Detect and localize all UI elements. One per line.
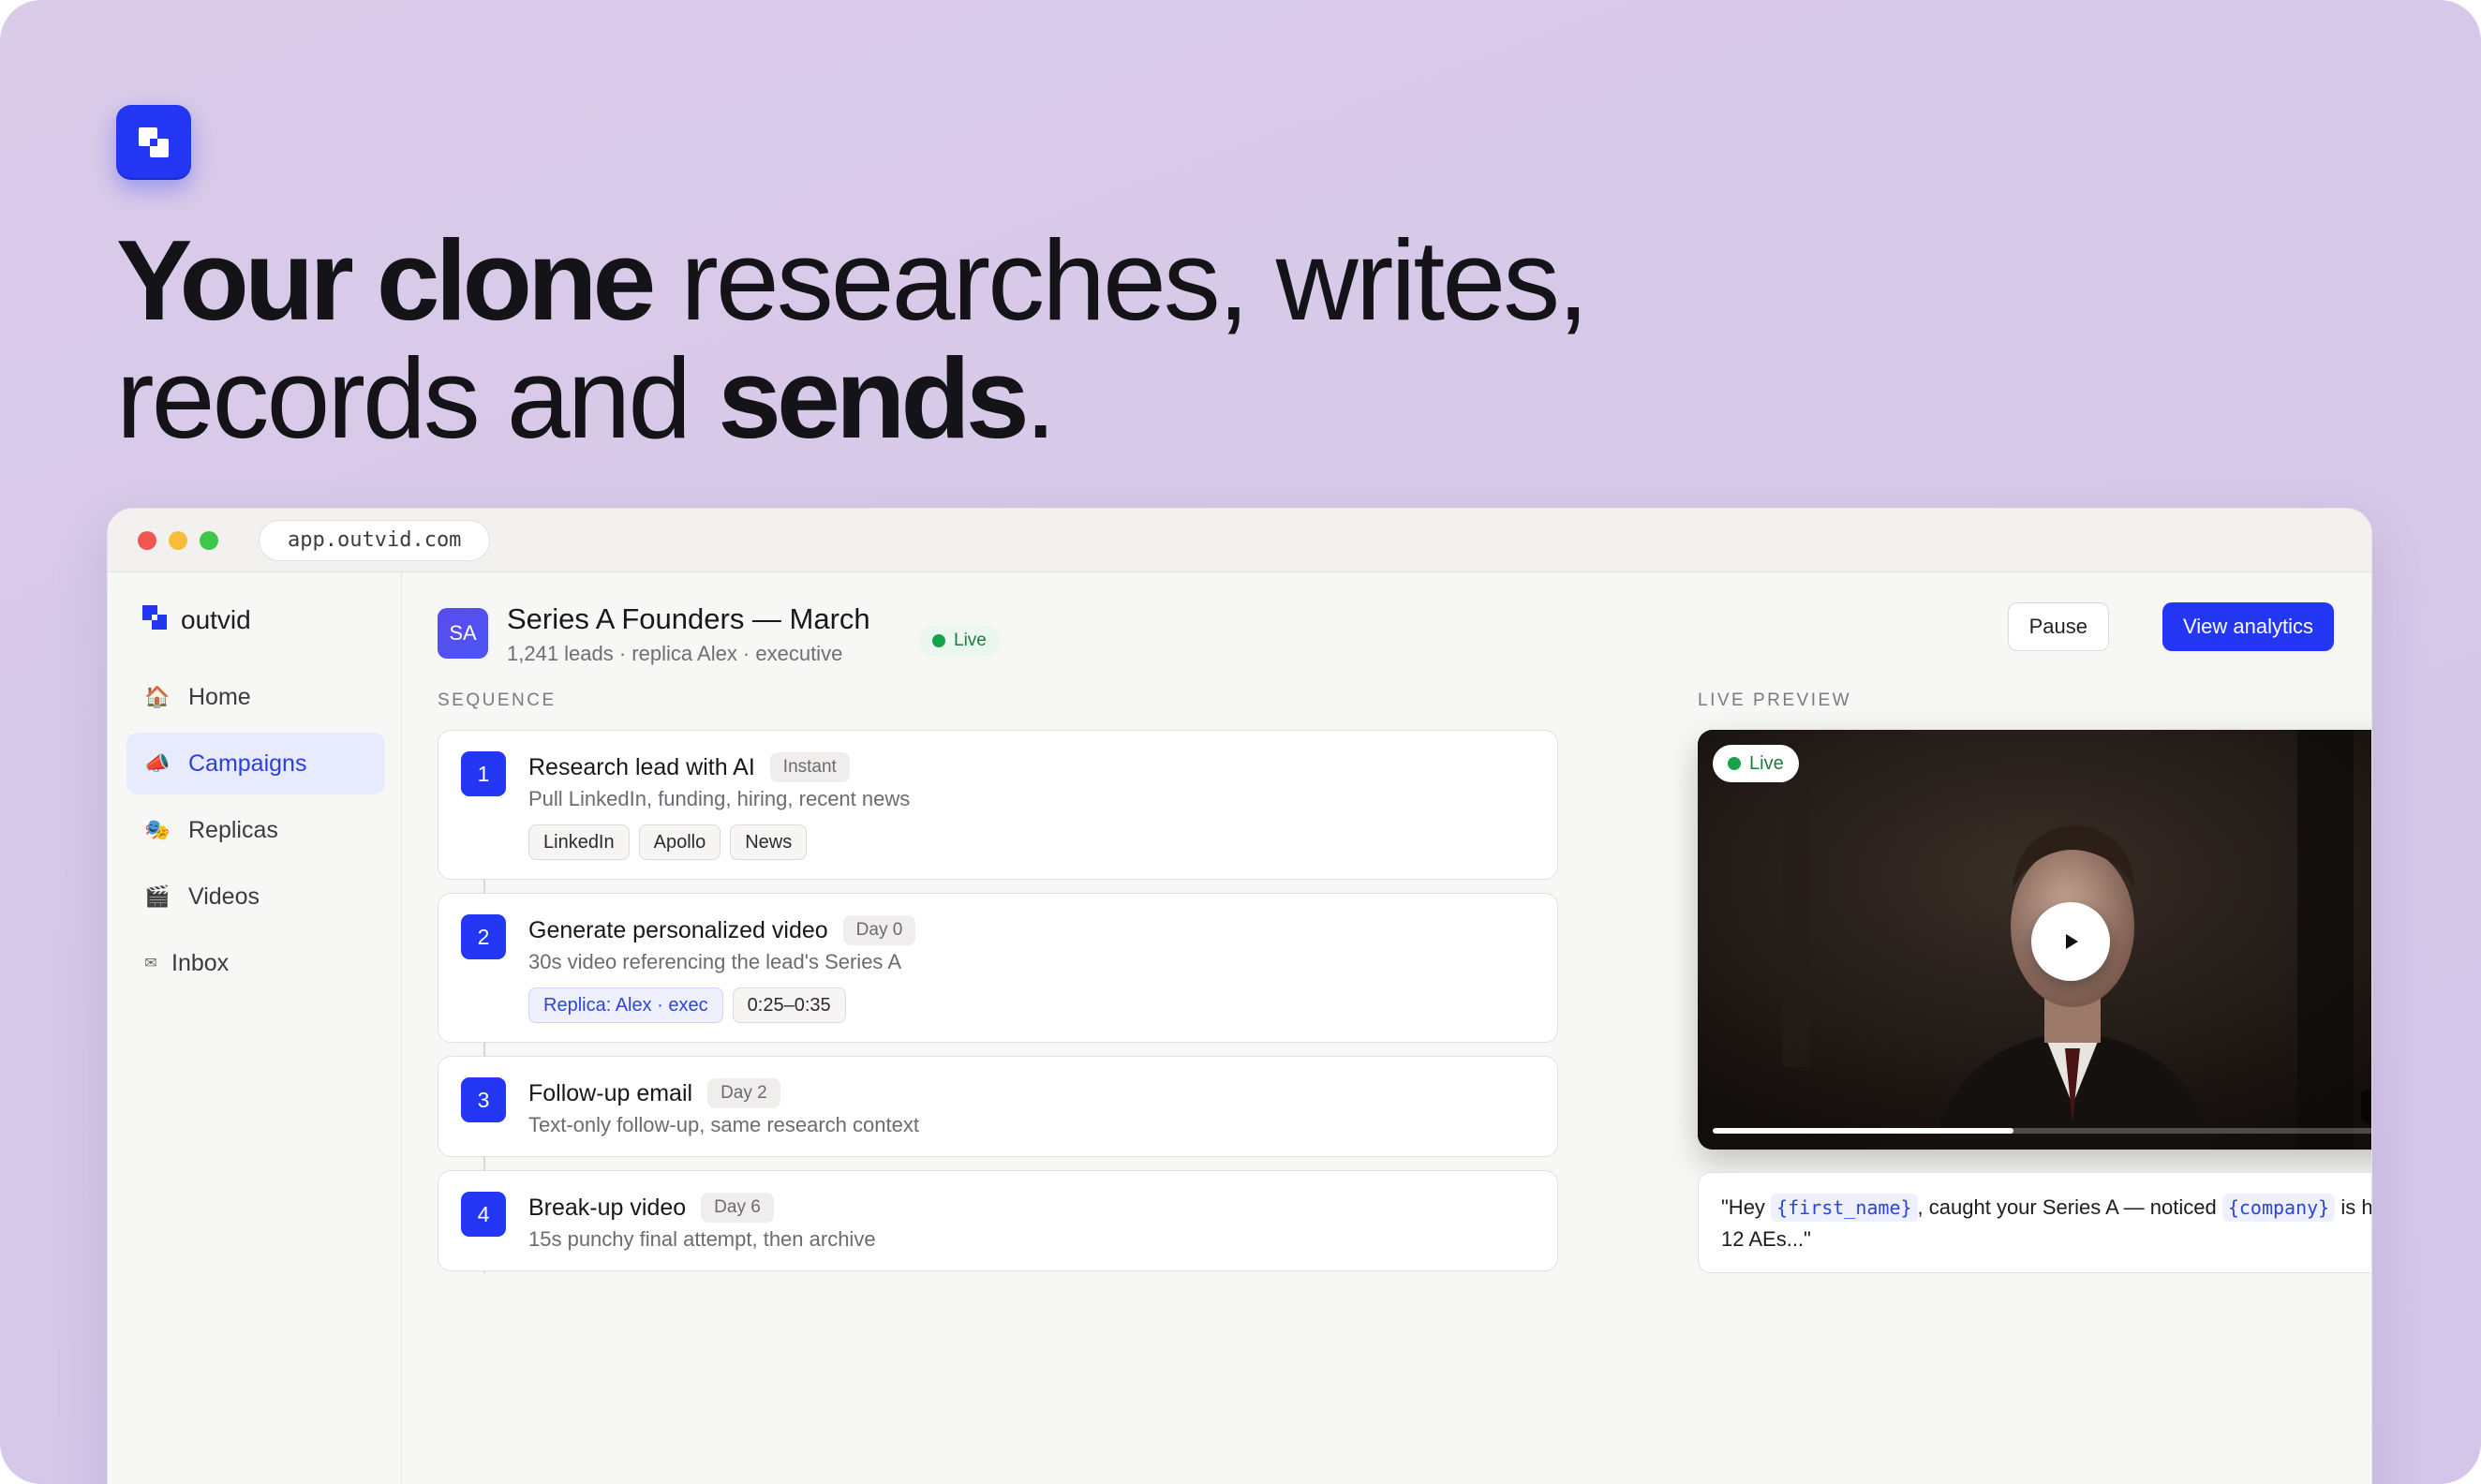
step-title: Research lead with AI xyxy=(528,753,755,780)
outvid-logo-icon xyxy=(116,105,191,180)
step-timing-badge: Day 0 xyxy=(842,915,916,945)
sequence-step[interactable]: 4 Break-up video Day 6 15s punchy final … xyxy=(438,1170,1558,1271)
sequence-step[interactable]: 3 Follow-up email Day 2 Text-only follow… xyxy=(438,1056,1558,1157)
live-dot-icon xyxy=(932,634,945,647)
script-text-pre: "Hey xyxy=(1721,1195,1772,1219)
step-timing-badge: Instant xyxy=(769,752,850,782)
campaign-avatar: SA xyxy=(438,608,488,659)
sidebar-item-replicas[interactable]: 🎭 Replicas xyxy=(126,799,385,861)
sidebar-item-label: Home xyxy=(188,683,251,710)
live-preview-label: LIVE PREVIEW xyxy=(1698,690,1852,710)
step-number: 3 xyxy=(461,1077,506,1122)
hero-frame: Your clone researches, writes, records a… xyxy=(0,0,2481,1484)
sequence-steps: 1 Research lead with AI Instant Pull Lin… xyxy=(438,730,1558,1284)
sidebar-item-campaigns[interactable]: 📣 Campaigns xyxy=(126,733,385,794)
maximize-window-button[interactable] xyxy=(200,530,218,550)
window-titlebar: app.outvid.com xyxy=(108,509,2371,572)
megaphone-icon: 📣 xyxy=(144,751,171,775)
step-description: Pull LinkedIn, funding, hiring, recent n… xyxy=(528,787,911,810)
tag-duration[interactable]: 0:25–0:35 xyxy=(732,987,846,1023)
step-description: Text-only follow-up, same research conte… xyxy=(528,1113,919,1136)
sidebar-item-home[interactable]: 🏠 Home xyxy=(126,666,385,728)
sidebar-item-label: Inbox xyxy=(171,949,230,976)
step-description: 15s punchy final attempt, then archive xyxy=(528,1227,876,1251)
sidebar-item-inbox[interactable]: ✉ Inbox xyxy=(126,932,385,994)
video-timestamp: 0:32 xyxy=(2360,1090,2371,1123)
step-tags: Replica: Alex · exec 0:25–0:35 xyxy=(528,987,1535,1023)
sequence-step[interactable]: 1 Research lead with AI Instant Pull Lin… xyxy=(438,730,1558,880)
close-window-button[interactable] xyxy=(138,530,156,550)
campaign-main: SA Series A Founders — March 1,241 leads… xyxy=(402,572,2371,1484)
tag-linkedin[interactable]: LinkedIn xyxy=(528,824,630,860)
headline-regular-2: records and xyxy=(116,334,719,462)
status-badge: Live xyxy=(919,625,1000,657)
step-number: 4 xyxy=(461,1192,506,1237)
video-progress-fill xyxy=(1713,1128,2013,1134)
clapper-icon: 🎬 xyxy=(144,884,171,908)
video-live-badge: Live xyxy=(1713,745,1799,782)
variable-first-name: {first_name} xyxy=(1771,1194,1918,1222)
video-preview[interactable]: Live 0:32 xyxy=(1698,730,2371,1150)
script-preview: "Hey {first_name}, caught your Series A … xyxy=(1698,1172,2371,1273)
masks-icon: 🎭 xyxy=(144,818,171,841)
step-title: Break-up video xyxy=(528,1194,687,1221)
headline-period: . xyxy=(1024,334,1057,462)
video-progress-bar[interactable] xyxy=(1713,1128,2371,1134)
sidebar-item-label: Replicas xyxy=(188,816,278,843)
headline-regular-1: researches, writes, xyxy=(651,216,1589,344)
hero-headline: Your clone researches, writes, records a… xyxy=(116,221,1589,457)
step-number: 2 xyxy=(461,914,506,959)
brand-name: outvid xyxy=(181,604,251,634)
script-text-mid: , caught your Series A — noticed xyxy=(1917,1195,2222,1219)
play-button[interactable] xyxy=(2031,902,2110,981)
envelope-icon: ✉ xyxy=(144,956,157,972)
sidebar-item-label: Videos xyxy=(188,883,260,910)
variable-company: {company} xyxy=(2221,1194,2336,1222)
tag-apollo[interactable]: Apollo xyxy=(638,824,721,860)
sidebar-item-videos[interactable]: 🎬 Videos xyxy=(126,866,385,928)
step-title: Follow-up email xyxy=(528,1079,693,1106)
view-analytics-button[interactable]: View analytics xyxy=(2162,602,2334,651)
app-window: app.outvid.com outvid 🏠 Home 📣 Campaigns… xyxy=(107,508,2372,1484)
sidebar: outvid 🏠 Home 📣 Campaigns 🎭 Replicas 🎬 V… xyxy=(108,572,402,1484)
step-timing-badge: Day 2 xyxy=(707,1078,780,1108)
headline-bold-1: Your clone xyxy=(116,216,656,344)
campaign-subtitle: 1,241 leads · replica Alex · executive xyxy=(507,642,843,665)
step-title: Generate personalized video xyxy=(528,916,828,943)
step-timing-badge: Day 6 xyxy=(701,1193,774,1223)
pause-button[interactable]: Pause xyxy=(2007,602,2109,651)
sequence-label: SEQUENCE xyxy=(438,690,557,710)
step-number: 1 xyxy=(461,751,506,796)
step-tags: LinkedIn Apollo News xyxy=(528,824,1535,860)
house-icon: 🏠 xyxy=(144,685,171,708)
minimize-window-button[interactable] xyxy=(169,530,187,550)
sidebar-nav: 🏠 Home 📣 Campaigns 🎭 Replicas 🎬 Videos ✉ xyxy=(126,666,385,999)
tag-news[interactable]: News xyxy=(730,824,808,860)
tag-replica[interactable]: Replica: Alex · exec xyxy=(528,987,723,1023)
address-bar[interactable]: app.outvid.com xyxy=(259,519,491,561)
play-icon xyxy=(2066,934,2078,949)
sidebar-item-label: Campaigns xyxy=(188,749,307,777)
step-description: 30s video referencing the lead's Series … xyxy=(528,950,901,973)
campaign-title: Series A Founders — March xyxy=(507,602,870,635)
live-dot-icon xyxy=(1728,757,1741,770)
brand[interactable]: outvid xyxy=(141,604,251,635)
video-live-label: Live xyxy=(1749,752,1784,774)
sequence-step[interactable]: 2 Generate personalized video Day 0 30s … xyxy=(438,893,1558,1043)
status-label: Live xyxy=(954,631,987,650)
headline-bold-2: sends xyxy=(718,334,1030,462)
outvid-mark-icon xyxy=(141,604,168,635)
